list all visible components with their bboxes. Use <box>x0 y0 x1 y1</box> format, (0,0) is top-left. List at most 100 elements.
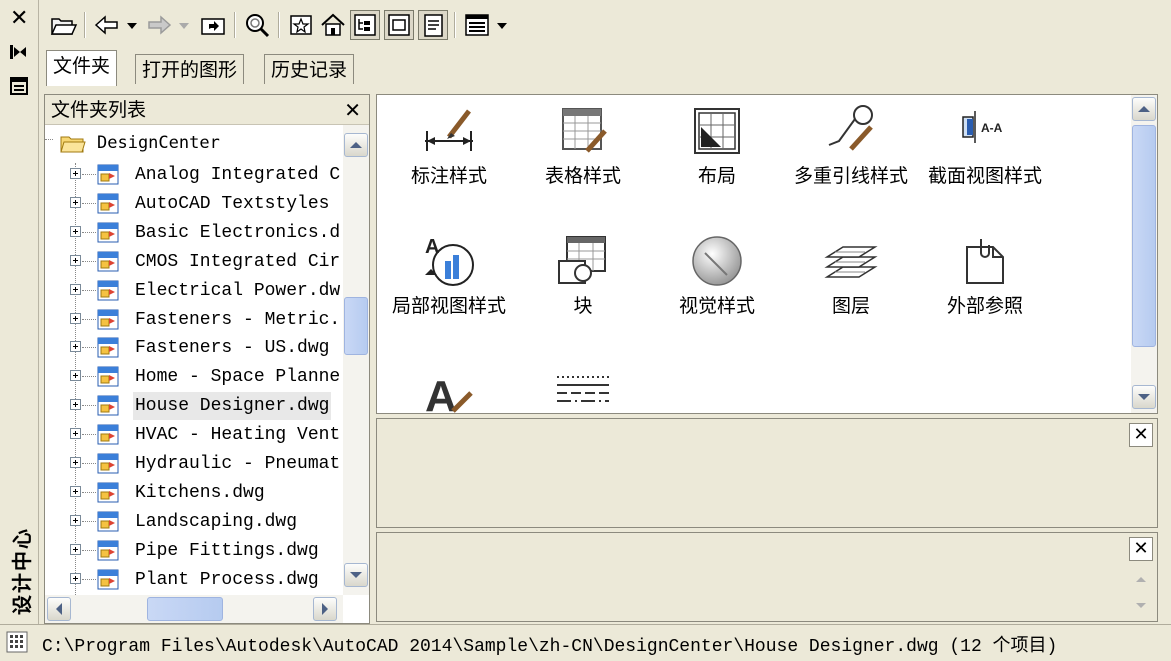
expand-icon[interactable] <box>70 283 81 295</box>
expand-icon[interactable] <box>70 572 81 584</box>
views-icon[interactable] <box>462 10 492 40</box>
tree-item[interactable]: Plant Process.dwg <box>45 566 341 594</box>
tree-view-icon[interactable] <box>350 10 380 40</box>
content-item[interactable]: 图层 <box>791 231 911 317</box>
tree-item[interactable]: Pipe Fittings.dwg <box>45 537 341 565</box>
expand-icon[interactable] <box>70 254 81 266</box>
favorites-icon[interactable] <box>286 10 316 40</box>
palette-close-icon[interactable]: ✕ <box>10 8 28 30</box>
tree-item[interactable]: Hydraulic - Pneumat <box>45 450 341 478</box>
xref-icon <box>955 231 1015 291</box>
tree-hscrollbar[interactable] <box>45 595 343 623</box>
expand-icon[interactable] <box>70 485 81 497</box>
tree-item[interactable]: Fasteners - Metric. <box>45 306 341 334</box>
folder-icon <box>60 136 86 153</box>
content-vscrollbar[interactable] <box>1131 95 1157 413</box>
tree-item[interactable]: HVAC - Heating Vent <box>45 421 341 449</box>
expand-icon[interactable] <box>70 399 81 411</box>
drawing-file-icon <box>97 511 119 532</box>
tree-item-label: HVAC - Heating Vent <box>135 425 341 446</box>
content-item[interactable]: 块 <box>523 231 643 317</box>
tree-item-label: Fasteners - US.dwg <box>135 338 330 359</box>
content-item[interactable]: 多重引线样式 <box>791 101 911 187</box>
back-dropdown-icon[interactable] <box>124 10 140 40</box>
search-icon[interactable] <box>242 10 272 40</box>
properties-icon[interactable] <box>10 76 28 96</box>
tree-item[interactable]: CMOS Integrated Cir <box>45 248 341 276</box>
tree-vscrollbar[interactable] <box>343 125 369 595</box>
tab-open-drawings[interactable]: 打开的图形 <box>135 54 245 84</box>
toolbar <box>40 4 680 44</box>
content-item[interactable]: A 局部视图样式 <box>389 231 509 317</box>
content-item[interactable]: 外部参照 <box>925 231 1045 317</box>
content-item[interactable]: 标注样式 <box>389 101 509 187</box>
up-icon[interactable] <box>198 10 228 40</box>
expand-icon[interactable] <box>70 457 81 468</box>
folder-tree[interactable]: DesignCenter Analog Integrated C AutoCAD … <box>45 125 341 595</box>
content-item[interactable]: 视觉样式 <box>657 231 777 317</box>
folder-list-close-icon[interactable]: ✕ <box>344 95 361 125</box>
scroll-left-button[interactable] <box>47 597 71 621</box>
back-icon[interactable] <box>92 10 122 40</box>
scroll-right-button[interactable] <box>313 597 337 621</box>
content-scroll-down-button[interactable] <box>1132 385 1156 409</box>
tree-item-label: Electrical Power.dw <box>135 280 341 301</box>
tree-item-label: Landscaping.dwg <box>135 511 298 532</box>
tree-item[interactable]: Kitchens.dwg <box>45 479 341 507</box>
drawing-file-icon <box>97 569 119 590</box>
content-scroll-up-button[interactable] <box>1132 97 1156 121</box>
home-icon[interactable] <box>318 10 348 40</box>
tree-item[interactable]: Home - Space Planne <box>45 363 341 391</box>
forward-icon[interactable] <box>144 10 174 40</box>
tree-item[interactable]: Landscaping.dwg <box>45 508 341 536</box>
content-item[interactable]: A <box>389 363 509 414</box>
tree-item[interactable]: Fasteners - US.dwg <box>45 334 341 362</box>
load-icon[interactable] <box>48 10 78 40</box>
scroll-up-button[interactable] <box>344 133 368 157</box>
tree-root-item[interactable]: DesignCenter <box>45 131 341 157</box>
expand-icon[interactable] <box>70 196 81 208</box>
description-icon[interactable] <box>418 10 448 40</box>
expand-icon[interactable] <box>70 514 81 526</box>
content-item[interactable] <box>523 363 643 413</box>
palette-title[interactable]: 设计中心 <box>2 505 36 615</box>
tree-item-label: Hydraulic - Pneumat <box>135 454 341 474</box>
views-dropdown-icon[interactable] <box>494 10 510 40</box>
expand-icon[interactable] <box>70 428 81 440</box>
expand-icon[interactable] <box>70 341 81 353</box>
content-area[interactable]: 标注样式 表格样式 布局 多重引线样式 A-A 截面视图样式 A 局部视图样式 块 视觉样式 图层 外… <box>376 94 1158 414</box>
tree-item[interactable]: Electrical Power.dw <box>45 277 341 305</box>
scroll-thumb[interactable] <box>344 297 368 355</box>
preview-close-icon[interactable]: ✕ <box>1129 423 1153 447</box>
svg-text:A: A <box>425 372 457 414</box>
tree-item-label: Analog Integrated C <box>135 165 341 185</box>
preview-icon[interactable] <box>384 10 414 40</box>
sectionviewstyle-icon: A-A <box>955 101 1015 161</box>
scroll-down-button[interactable] <box>344 563 368 587</box>
tree-item[interactable]: House Designer.dwg <box>45 392 341 421</box>
description-scroll-up-icon[interactable] <box>1131 569 1151 589</box>
tab-folders[interactable]: 文件夹 <box>46 50 118 86</box>
content-scroll-thumb[interactable] <box>1132 125 1156 347</box>
tree-item[interactable]: AutoCAD Textstyles <box>45 190 341 218</box>
expand-icon[interactable] <box>70 168 81 179</box>
tree-item[interactable]: Analog Integrated C <box>45 161 341 189</box>
mleaderstyle-icon <box>821 101 881 161</box>
description-scroll-down-icon[interactable] <box>1131 595 1151 615</box>
description-close-icon[interactable]: ✕ <box>1129 537 1153 561</box>
content-item[interactable]: A-A 截面视图样式 <box>925 101 1045 187</box>
content-item[interactable]: 布局 <box>657 101 777 187</box>
drawing-file-icon <box>97 482 119 503</box>
expand-icon[interactable] <box>70 312 81 324</box>
hscroll-thumb[interactable] <box>147 597 223 621</box>
drawing-file-icon <box>97 337 119 358</box>
tab-history[interactable]: 历史记录 <box>264 54 355 84</box>
content-item[interactable]: 表格样式 <box>523 101 643 187</box>
tree-item[interactable]: Basic Electronics.d <box>45 219 341 247</box>
expand-icon[interactable] <box>70 543 81 555</box>
textstyle-icon: A <box>419 363 479 414</box>
autohide-icon[interactable] <box>8 42 28 62</box>
forward-dropdown-icon[interactable] <box>176 10 192 40</box>
expand-icon[interactable] <box>70 225 81 237</box>
expand-icon[interactable] <box>70 370 81 382</box>
